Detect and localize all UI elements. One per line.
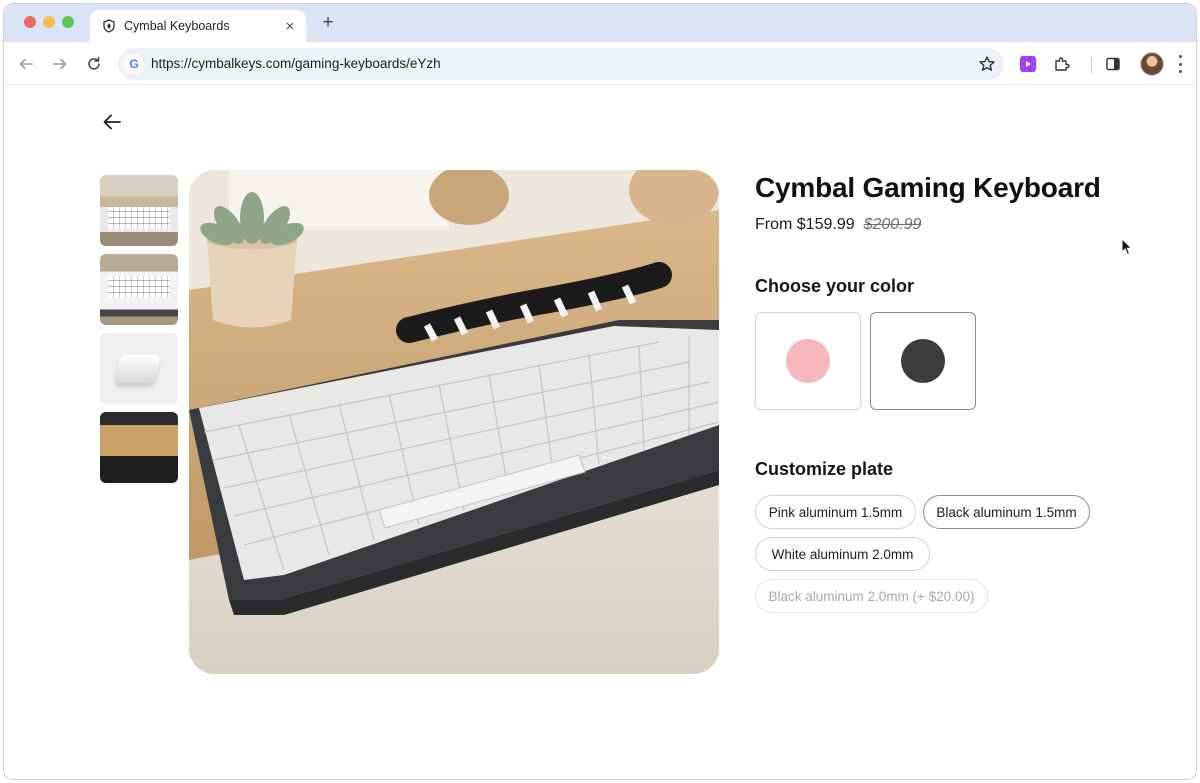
product-page: Cymbal Gaming Keyboard From $159.99 $200… (4, 86, 1196, 779)
plate-option-black-2-0mm: Black aluminum 2.0mm (+ $20.00) (755, 579, 988, 613)
new-tab-button[interactable]: + (318, 13, 338, 33)
maximize-window-button[interactable] (62, 16, 74, 28)
browser-toolbar: G https://cymbalkeys.com/gaming-keyboard… (4, 42, 1196, 85)
plate-option-pink-1-5mm[interactable]: Pink aluminum 1.5mm (755, 495, 916, 529)
tab-strip: Cymbal Keyboards × + (4, 4, 1196, 42)
forward-icon[interactable] (50, 54, 70, 74)
extension-play-icon[interactable] (1018, 54, 1038, 74)
address-bar[interactable]: G https://cymbalkeys.com/gaming-keyboard… (118, 48, 1004, 80)
avatar[interactable] (1140, 52, 1164, 76)
gallery-thumbnail-4[interactable] (100, 412, 178, 483)
google-icon: G (124, 54, 144, 74)
gallery-thumbnail-2[interactable] (100, 254, 178, 325)
reload-icon[interactable] (84, 54, 104, 74)
price-row: From $159.99 $200.99 (755, 216, 921, 234)
shield-icon (102, 19, 116, 33)
puzzle-icon[interactable] (1052, 54, 1072, 74)
current-price: From $159.99 (755, 216, 855, 233)
back-arrow-icon[interactable] (100, 110, 124, 134)
close-tab-icon[interactable]: × (282, 18, 298, 34)
toolbar-divider (1091, 57, 1092, 73)
tab-title: Cymbal Keyboards (124, 19, 230, 33)
back-icon[interactable] (16, 54, 36, 74)
color-dot (786, 339, 830, 383)
color-dot (901, 339, 945, 383)
browser-window: Cymbal Keyboards × + G https://cymbalkey… (3, 3, 1197, 780)
gallery-thumbnail-3[interactable] (100, 333, 178, 404)
gallery-thumbnail-1[interactable] (100, 175, 178, 246)
plate-option-white-2-0mm[interactable]: White aluminum 2.0mm (755, 537, 930, 571)
color-section-title: Choose your color (755, 276, 915, 296)
color-option-pink[interactable] (755, 312, 861, 410)
url-text[interactable]: https://cymbalkeys.com/gaming-keyboards/… (151, 56, 441, 71)
original-price: $200.99 (863, 216, 922, 233)
product-title: Cymbal Gaming Keyboard (755, 172, 1101, 203)
plate-section-title: Customize plate (755, 459, 894, 479)
plate-option-black-1-5mm[interactable]: Black aluminum 1.5mm (923, 495, 1090, 529)
product-hero-image (189, 170, 719, 674)
close-window-button[interactable] (24, 16, 36, 28)
color-option-black[interactable] (870, 312, 976, 410)
sidebar-icon[interactable] (1103, 54, 1123, 74)
mouse-cursor-icon (1121, 237, 1133, 256)
star-icon[interactable] (978, 55, 996, 73)
tab-cymbal-keyboards[interactable]: Cymbal Keyboards × (90, 10, 306, 42)
minimize-window-button[interactable] (43, 16, 55, 28)
menu-icon[interactable] (1176, 55, 1184, 73)
